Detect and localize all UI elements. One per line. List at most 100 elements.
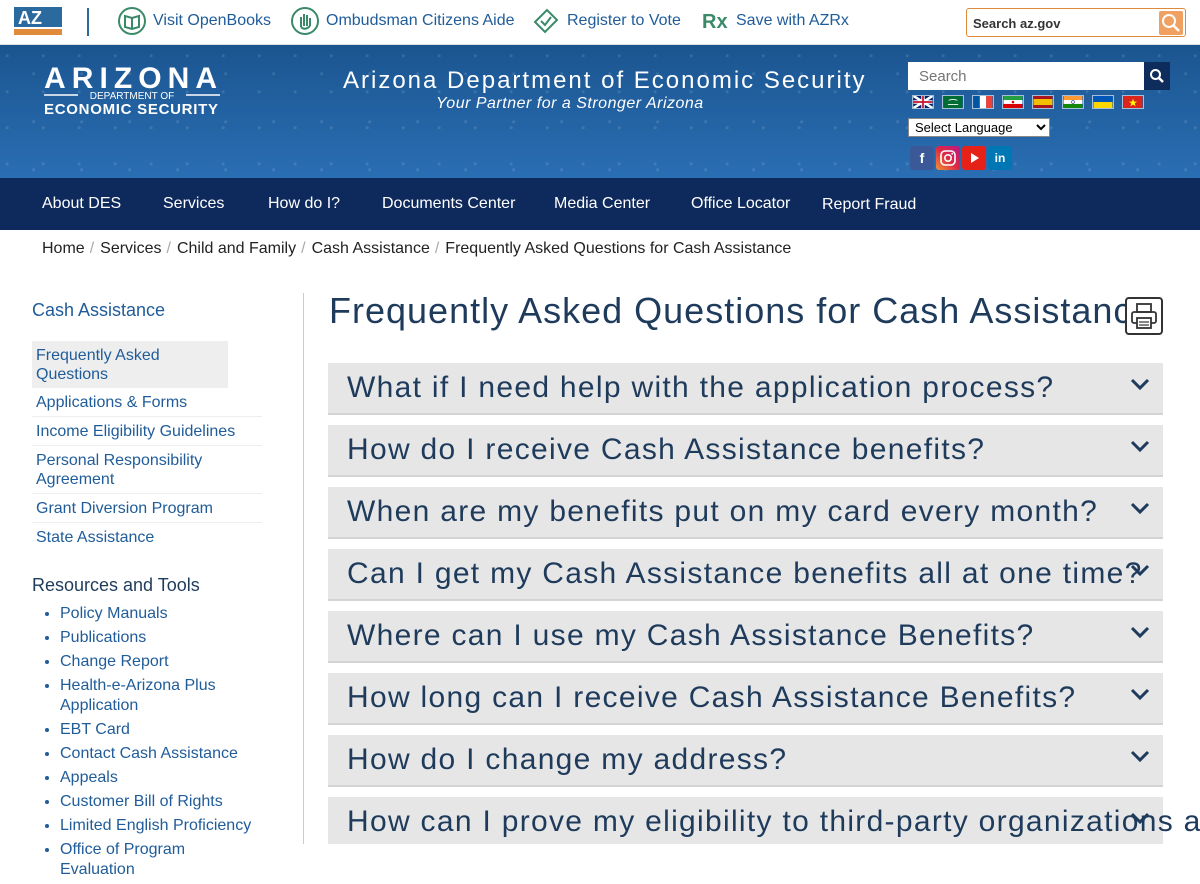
svg-text:Rx: Rx <box>702 11 728 33</box>
resource-publications[interactable]: Publications <box>60 628 262 648</box>
ukraine-flag-icon[interactable] <box>1092 95 1114 109</box>
ombudsman-label: Ombudsman Citizens Aide <box>326 12 515 29</box>
resource-program-evaluation[interactable]: Office of Program Evaluation <box>60 840 262 879</box>
chevron-down-icon <box>1130 502 1150 515</box>
resource-bill-of-rights[interactable]: Customer Bill of Rights <box>60 792 262 812</box>
chevron-down-icon <box>1130 564 1150 577</box>
breadcrumb: Home / Services / Child and Family / Cash A… <box>42 240 791 258</box>
facebook-icon[interactable]: f <box>910 146 934 170</box>
sidebar-item-state-assistance[interactable]: State Assistance <box>32 523 262 551</box>
sidebar-item-personal-responsibility[interactable]: Personal Responsibility Agreement <box>32 446 262 494</box>
instagram-icon[interactable] <box>936 146 960 170</box>
nav-media-center[interactable]: Media Center <box>554 195 650 213</box>
ballot-icon <box>533 8 559 34</box>
nav-services[interactable]: Services <box>163 195 224 213</box>
chevron-down-icon <box>1130 812 1150 825</box>
search-icon <box>1162 14 1180 32</box>
iran-flag-icon[interactable] <box>1002 95 1024 109</box>
sidebar: Cash Assistance Frequently Asked Questio… <box>32 300 262 884</box>
spain-flag-icon[interactable] <box>1032 95 1054 109</box>
resource-appeals[interactable]: Appeals <box>60 768 262 788</box>
print-button[interactable] <box>1125 297 1163 335</box>
breadcrumb-child-family[interactable]: Child and Family <box>177 240 296 258</box>
openbooks-link[interactable]: Visit OpenBooks <box>117 6 271 36</box>
resource-ebt-card[interactable]: EBT Card <box>60 720 262 740</box>
printer-icon <box>1131 303 1157 329</box>
openbooks-label: Visit OpenBooks <box>153 12 271 29</box>
faq-question: Where can I use my Cash Assistance Benef… <box>347 619 1035 652</box>
nav-office-locator[interactable]: Office Locator <box>691 195 790 213</box>
az-search-button[interactable] <box>1159 11 1183 35</box>
sidebar-menu: Frequently Asked Questions Applications … <box>32 341 262 551</box>
state-topbar: AZ Visit OpenBooks Ombudsman Citizens Ai… <box>0 0 1200 45</box>
header-subtitle: Your Partner for a Stronger Arizona <box>436 95 704 112</box>
az-logo[interactable]: AZ <box>14 7 62 35</box>
register-vote-link[interactable]: Register to Vote <box>531 6 681 36</box>
language-flags <box>912 95 1144 109</box>
chevron-down-icon <box>1130 626 1150 639</box>
faq-item[interactable]: When are my benefits put on my card ever… <box>328 487 1163 539</box>
page-title: Frequently Asked Questions for Cash Assi… <box>329 290 1154 331</box>
site-header: ARIZONA DEPARTMENT OF ECONOMIC SECURITY … <box>0 45 1200 178</box>
ombudsman-link[interactable]: Ombudsman Citizens Aide <box>290 6 515 36</box>
sidebar-item-faq[interactable]: Frequently Asked Questions <box>32 341 228 388</box>
resources-heading: Resources and Tools <box>32 575 200 595</box>
sidebar-item-applications-forms[interactable]: Applications & Forms <box>32 388 262 417</box>
linkedin-icon[interactable]: in <box>988 146 1012 170</box>
site-search-input[interactable] <box>908 62 1144 90</box>
azrx-link[interactable]: Rx Save with AZRx <box>700 6 849 36</box>
faq-question: When are my benefits put on my card ever… <box>347 495 1099 528</box>
main-nav: About DES Services How do I? Documents C… <box>0 178 1200 230</box>
india-flag-icon[interactable] <box>1062 95 1084 109</box>
header-title: Arizona Department of Economic Security <box>343 67 867 94</box>
nav-about-des[interactable]: About DES <box>42 195 121 213</box>
sidebar-item-income-eligibility[interactable]: Income Eligibility Guidelines <box>32 417 262 446</box>
site-search <box>908 62 1170 90</box>
faq-question: How do I change my address? <box>347 743 788 776</box>
nav-how-do-i[interactable]: How do I? <box>268 195 340 213</box>
nav-documents-center[interactable]: Documents Center <box>382 195 515 213</box>
az-search-input[interactable] <box>973 13 1153 33</box>
des-logo[interactable]: ARIZONA DEPARTMENT OF ECONOMIC SECURITY <box>44 62 220 116</box>
logo-economic: ECONOMIC SECURITY <box>44 101 218 116</box>
faq-item[interactable]: How can I prove my eligibility to third-… <box>328 797 1200 844</box>
uk-flag-icon[interactable] <box>912 95 934 109</box>
breadcrumb-services[interactable]: Services <box>100 240 161 258</box>
resource-health-e-arizona[interactable]: Health-e-Arizona Plus Application <box>60 676 262 715</box>
az-search-box <box>966 8 1186 37</box>
faq-item[interactable]: Where can I use my Cash Assistance Benef… <box>328 611 1163 663</box>
chevron-down-icon <box>1130 378 1150 391</box>
book-icon <box>118 7 146 35</box>
breadcrumb-separator: / <box>166 240 171 257</box>
faq-item[interactable]: How do I receive Cash Assistance benefit… <box>328 425 1163 477</box>
faq-item[interactable]: How long can I receive Cash Assistance B… <box>328 673 1163 725</box>
vietnam-flag-icon[interactable] <box>1122 95 1144 109</box>
youtube-icon[interactable] <box>962 146 986 170</box>
language-select[interactable]: Select Language <box>908 118 1050 137</box>
resource-change-report[interactable]: Change Report <box>60 652 262 672</box>
azrx-label: Save with AZRx <box>736 12 849 29</box>
breadcrumb-cash-assistance[interactable]: Cash Assistance <box>312 240 430 258</box>
breadcrumb-home[interactable]: Home <box>42 240 85 258</box>
faq-item[interactable]: Can I get my Cash Assistance benefits al… <box>328 549 1163 601</box>
sidebar-heading[interactable]: Cash Assistance <box>32 300 262 321</box>
nav-report-fraud[interactable]: Report Fraud <box>822 196 916 214</box>
saudi-flag-icon[interactable] <box>942 95 964 109</box>
site-search-button[interactable] <box>1144 62 1170 90</box>
resource-contact[interactable]: Contact Cash Assistance <box>60 744 262 764</box>
france-flag-icon[interactable] <box>972 95 994 109</box>
chevron-down-icon <box>1130 688 1150 701</box>
faq-question: How long can I receive Cash Assistance B… <box>347 681 1077 714</box>
svg-text:AZ: AZ <box>18 8 42 28</box>
resource-limited-english[interactable]: Limited English Proficiency <box>60 816 262 836</box>
chevron-down-icon <box>1130 750 1150 763</box>
resources-list: Policy Manuals Publications Change Repor… <box>32 604 262 879</box>
faq-question: Can I get my Cash Assistance benefits al… <box>347 557 1143 590</box>
prescription-icon: Rx <box>702 11 728 33</box>
hand-icon <box>291 7 319 35</box>
faq-item[interactable]: How do I change my address? <box>328 735 1163 787</box>
faq-item[interactable]: What if I need help with the application… <box>328 363 1163 415</box>
resource-policy-manuals[interactable]: Policy Manuals <box>60 604 262 624</box>
social-links: f in <box>910 146 1012 170</box>
sidebar-item-grant-diversion[interactable]: Grant Diversion Program <box>32 494 262 523</box>
